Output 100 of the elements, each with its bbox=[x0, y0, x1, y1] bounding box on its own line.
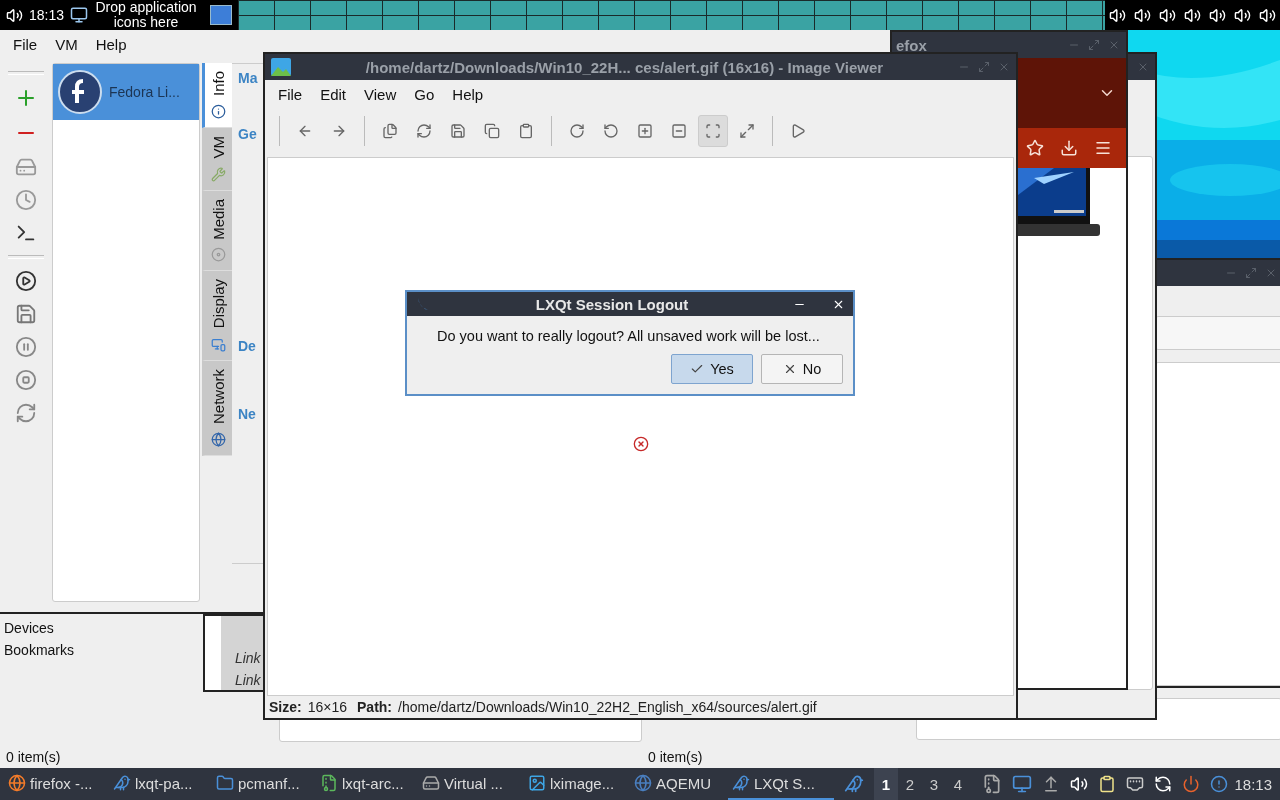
ethernet-icon[interactable] bbox=[1126, 775, 1144, 793]
side-tab[interactable]: Network bbox=[202, 360, 232, 456]
zoom-out-icon bbox=[671, 123, 687, 139]
menu-item[interactable]: VM bbox=[48, 34, 85, 55]
volume-icon[interactable] bbox=[1234, 6, 1251, 24]
pause-icon[interactable] bbox=[15, 336, 37, 358]
dialog-title: LXQt Session Logout bbox=[534, 295, 690, 313]
box-icon bbox=[422, 774, 440, 792]
taskbar-item[interactable]: Virtual ... bbox=[418, 768, 524, 800]
tree-item[interactable]: Link bbox=[234, 672, 264, 688]
notes-icon[interactable] bbox=[1098, 775, 1116, 793]
back-icon bbox=[297, 123, 313, 139]
power-icon[interactable] bbox=[1182, 775, 1200, 793]
fox-globe-icon bbox=[8, 774, 26, 792]
sync-icon[interactable] bbox=[1154, 775, 1172, 793]
volume-icon[interactable] bbox=[1134, 6, 1151, 24]
info-icon bbox=[211, 104, 226, 120]
globe-icon bbox=[634, 774, 652, 792]
network-computer-icon[interactable] bbox=[70, 6, 89, 24]
bird-icon bbox=[113, 774, 131, 792]
paste-icon bbox=[518, 123, 534, 139]
menu-item[interactable]: Help bbox=[88, 34, 134, 55]
volume-icon[interactable] bbox=[1184, 6, 1201, 24]
menu-item[interactable]: Edit bbox=[313, 84, 354, 105]
place-item[interactable]: Bookmarks bbox=[4, 642, 199, 658]
side-tab[interactable]: Info bbox=[202, 63, 232, 129]
desktop-switch[interactable]: 4 bbox=[946, 768, 970, 800]
save-as-icon bbox=[450, 123, 466, 139]
check-icon bbox=[690, 362, 705, 376]
alert-icon[interactable] bbox=[1210, 775, 1228, 793]
image-app-icon bbox=[271, 58, 291, 76]
dialog-message: Do you want to really logout? All unsaved work will be lost... bbox=[436, 327, 821, 346]
no-button[interactable]: No bbox=[761, 354, 843, 384]
disc-icon bbox=[211, 247, 226, 263]
path-label: Path: bbox=[357, 699, 392, 715]
volume-icon[interactable] bbox=[1209, 6, 1226, 24]
menu-item[interactable]: File bbox=[6, 34, 45, 55]
taskbar-item[interactable]: lxqt-arc... bbox=[316, 768, 418, 800]
save-icon[interactable] bbox=[15, 303, 37, 325]
taskbar-item[interactable]: AQEMU bbox=[630, 768, 728, 800]
clock[interactable]: 18:13 bbox=[1234, 775, 1280, 793]
menu-icon[interactable] bbox=[1094, 139, 1112, 157]
desktop-switch[interactable]: 3 bbox=[922, 768, 946, 800]
zoom-in-icon bbox=[637, 123, 653, 139]
taskbar-item[interactable]: firefox -... bbox=[4, 768, 109, 800]
side-tab[interactable]: Media bbox=[202, 190, 232, 272]
status-text: 0 item(s) bbox=[5, 749, 62, 767]
volume-icon[interactable] bbox=[1109, 6, 1126, 24]
window-title: /home/dartz/Downloads/Win10_22H... ces/alert.gif (16x16) - Image Viewer bbox=[364, 58, 885, 76]
taskbar-item[interactable]: lximage... bbox=[524, 768, 630, 800]
copy-icon bbox=[484, 123, 500, 139]
menu-item[interactable]: Go bbox=[407, 84, 442, 105]
folder-icon bbox=[216, 774, 234, 792]
volume-icon[interactable] bbox=[1070, 775, 1088, 793]
play-icon[interactable] bbox=[15, 270, 37, 292]
stop-icon[interactable] bbox=[15, 369, 37, 391]
desktop-switch[interactable]: 1 bbox=[874, 768, 898, 800]
window-icon[interactable] bbox=[210, 5, 233, 25]
menu-item[interactable]: Help bbox=[445, 84, 491, 105]
tree-item[interactable]: Link bbox=[234, 650, 264, 666]
vm-list-item[interactable]: Fedora Li... bbox=[53, 64, 199, 120]
error-icon bbox=[632, 435, 649, 452]
side-tab[interactable]: VM bbox=[202, 128, 232, 191]
toolbar-button[interactable] bbox=[698, 115, 728, 147]
side-tab[interactable]: Display bbox=[202, 271, 232, 361]
archive-icon bbox=[320, 774, 338, 792]
taskbar-item[interactable]: lxqt-pa... bbox=[109, 768, 212, 800]
bird-icon bbox=[732, 774, 750, 792]
taskbar-item[interactable]: LXQt S... bbox=[728, 768, 834, 800]
copy-to-icon bbox=[382, 123, 398, 139]
menu-item[interactable]: File bbox=[271, 84, 310, 105]
clock-icon[interactable] bbox=[15, 189, 37, 211]
input-field[interactable] bbox=[1155, 316, 1280, 350]
status-text: 0 item(s) bbox=[647, 749, 704, 767]
clock[interactable]: 18:13 bbox=[23, 7, 71, 23]
tools-icon bbox=[211, 166, 226, 182]
eject-icon[interactable] bbox=[1042, 775, 1060, 793]
size-value: 16×16 bbox=[307, 699, 347, 715]
taskbar-item[interactable]: pcmanf... bbox=[212, 768, 316, 800]
star-icon[interactable] bbox=[1026, 139, 1044, 157]
volume-icon[interactable] bbox=[1259, 6, 1276, 24]
place-item[interactable]: Devices bbox=[4, 620, 199, 636]
archive-icon[interactable] bbox=[982, 774, 1002, 794]
monitor-icon[interactable] bbox=[1012, 774, 1032, 794]
yes-button[interactable]: Yes bbox=[671, 354, 753, 384]
volume-icon[interactable] bbox=[6, 6, 23, 24]
forward-icon bbox=[331, 123, 347, 139]
globe-icon bbox=[211, 431, 226, 447]
window-title: efox bbox=[896, 36, 928, 54]
rotate-counterclockwise-icon bbox=[603, 123, 619, 139]
section-heading: Ge bbox=[238, 126, 257, 142]
volume-icon[interactable] bbox=[1159, 6, 1176, 24]
section-heading: Ne bbox=[238, 406, 256, 422]
path-value: /home/dartz/Downloads/Win10_22H2_English_x64/sources/alert.gif bbox=[398, 699, 817, 715]
fedora-logo-icon bbox=[57, 69, 103, 115]
download-icon[interactable] bbox=[1060, 139, 1078, 157]
reset-icon[interactable] bbox=[15, 402, 37, 424]
desktop-switch[interactable]: 2 bbox=[898, 768, 922, 800]
bird-icon[interactable] bbox=[844, 774, 864, 794]
menu-item[interactable]: View bbox=[357, 84, 404, 105]
